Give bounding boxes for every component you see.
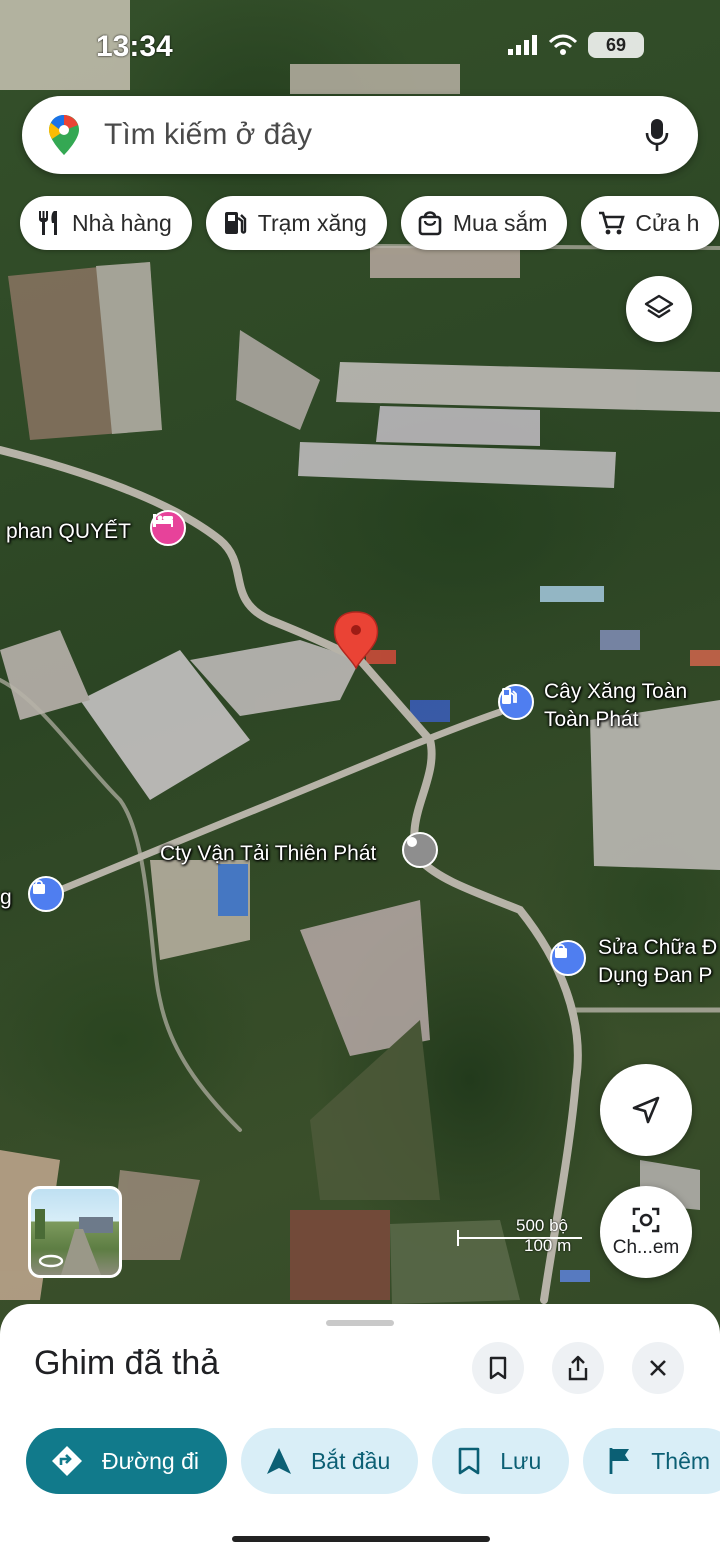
gas-station-marker[interactable] xyxy=(498,684,534,720)
field xyxy=(370,246,520,278)
search-input[interactable]: Tìm kiếm ở đây xyxy=(104,118,644,152)
place-label-left[interactable]: g xyxy=(0,884,12,911)
shopping-bag-icon xyxy=(555,944,567,958)
scale-meters: 100 m xyxy=(524,1236,572,1255)
scale-feet: 500 bộ xyxy=(516,1216,568,1235)
close-button[interactable] xyxy=(632,1342,684,1394)
dot-icon xyxy=(407,837,417,847)
field xyxy=(236,330,320,430)
place-label-hotel[interactable]: phan QUYẾT xyxy=(6,518,131,545)
field xyxy=(110,1170,200,1260)
place-label-gas-station-line2[interactable]: Toàn Phát xyxy=(544,706,639,733)
action-buttons: Đường đi Bắt đầu Lưu Thêm xyxy=(26,1428,720,1494)
drag-handle[interactable] xyxy=(326,1320,394,1326)
layers-icon xyxy=(644,294,674,319)
microphone-icon[interactable] xyxy=(644,117,670,153)
start-button[interactable]: Bắt đầu xyxy=(240,1428,419,1494)
field xyxy=(0,630,90,720)
map-scale: 500 bộ 100 m xyxy=(458,1216,571,1256)
place-label-transport[interactable]: Cty Vận Tải Thiên Phát xyxy=(160,840,376,867)
chip-label: Nhà hàng xyxy=(72,209,172,236)
street-view-image xyxy=(35,1209,113,1275)
chip-label: Cửa h xyxy=(635,209,700,236)
greenhouse-row xyxy=(298,442,616,488)
chip-shopping[interactable]: Mua sắm xyxy=(400,196,568,250)
flag-icon xyxy=(609,1448,630,1474)
chip-gas-stations[interactable]: Trạm xăng xyxy=(205,196,387,250)
more-button[interactable]: Thêm xyxy=(583,1428,720,1494)
status-icons: 69 xyxy=(508,32,644,58)
place-label-gas-station-line1[interactable]: Cây Xăng Toàn xyxy=(544,678,687,705)
field xyxy=(290,1210,390,1300)
hotel-marker[interactable] xyxy=(150,510,186,546)
camera-lens-icon xyxy=(632,1207,660,1233)
start-label: Bắt đầu xyxy=(310,1447,391,1474)
dropped-pin-sheet: Ghim đã thả Đường đi Bắt đầu Lưu Thêm xyxy=(0,1304,720,1560)
chip-restaurants[interactable]: Nhà hàng xyxy=(20,196,192,250)
rotate-360-icon xyxy=(38,1254,64,1268)
restaurant-icon xyxy=(39,211,57,235)
sheet-title: Ghim đã thả xyxy=(34,1344,220,1382)
save-label: Lưu xyxy=(500,1447,542,1474)
directions-icon xyxy=(52,1446,82,1476)
field xyxy=(290,64,460,94)
place-label-repair-line1[interactable]: Sửa Chữa Đ xyxy=(598,934,717,961)
fuel-icon xyxy=(502,688,517,704)
greenhouse-row xyxy=(336,362,720,412)
share-icon xyxy=(568,1355,588,1381)
signal-icon xyxy=(508,35,537,55)
home-indicator xyxy=(232,1536,490,1542)
lens-button-label: Ch...em xyxy=(612,1237,680,1258)
more-label: Thêm xyxy=(651,1447,711,1474)
search-bar[interactable]: Tìm kiếm ở đây xyxy=(22,96,698,174)
main-road xyxy=(0,446,582,1304)
wifi-icon xyxy=(548,34,578,55)
shopping-bag-icon xyxy=(418,211,442,236)
repair-marker[interactable] xyxy=(550,940,586,976)
chip-stores[interactable]: Cửa h xyxy=(581,196,720,250)
save-icon-button[interactable] xyxy=(472,1342,524,1394)
status-time: 13:34 xyxy=(96,30,173,63)
bookmark-icon xyxy=(489,1356,507,1380)
bed-icon xyxy=(153,514,173,527)
bookmark-icon xyxy=(458,1447,480,1475)
transport-marker[interactable] xyxy=(402,832,438,868)
category-chips: Nhà hàng Trạm xăng Mua sắm Cửa h xyxy=(20,196,720,250)
battery-indicator: 69 xyxy=(588,32,644,58)
navigation-arrow-icon xyxy=(632,1096,660,1124)
chip-label: Trạm xăng xyxy=(257,209,367,236)
save-button[interactable]: Lưu xyxy=(432,1428,570,1494)
street-view-thumbnail[interactable] xyxy=(28,1186,122,1278)
layers-button[interactable] xyxy=(626,276,692,342)
greenhouse-row xyxy=(376,406,540,446)
my-location-button[interactable] xyxy=(600,1064,692,1156)
shop-marker[interactable] xyxy=(28,876,64,912)
share-button[interactable] xyxy=(552,1342,604,1394)
directions-button[interactable]: Đường đi xyxy=(26,1428,227,1494)
lens-search-button[interactable]: Ch...em xyxy=(600,1186,692,1278)
navigation-arrow-icon xyxy=(266,1448,291,1474)
shopping-bag-icon xyxy=(33,880,45,894)
directions-label: Đường đi xyxy=(102,1447,199,1474)
place-label-repair-line2[interactable]: Dụng Đan P xyxy=(598,962,712,989)
close-icon xyxy=(650,1360,666,1376)
google-maps-logo-icon xyxy=(49,115,79,155)
chip-label: Mua sắm xyxy=(452,209,548,236)
cart-icon xyxy=(599,211,626,235)
gas-station-icon xyxy=(224,212,246,234)
